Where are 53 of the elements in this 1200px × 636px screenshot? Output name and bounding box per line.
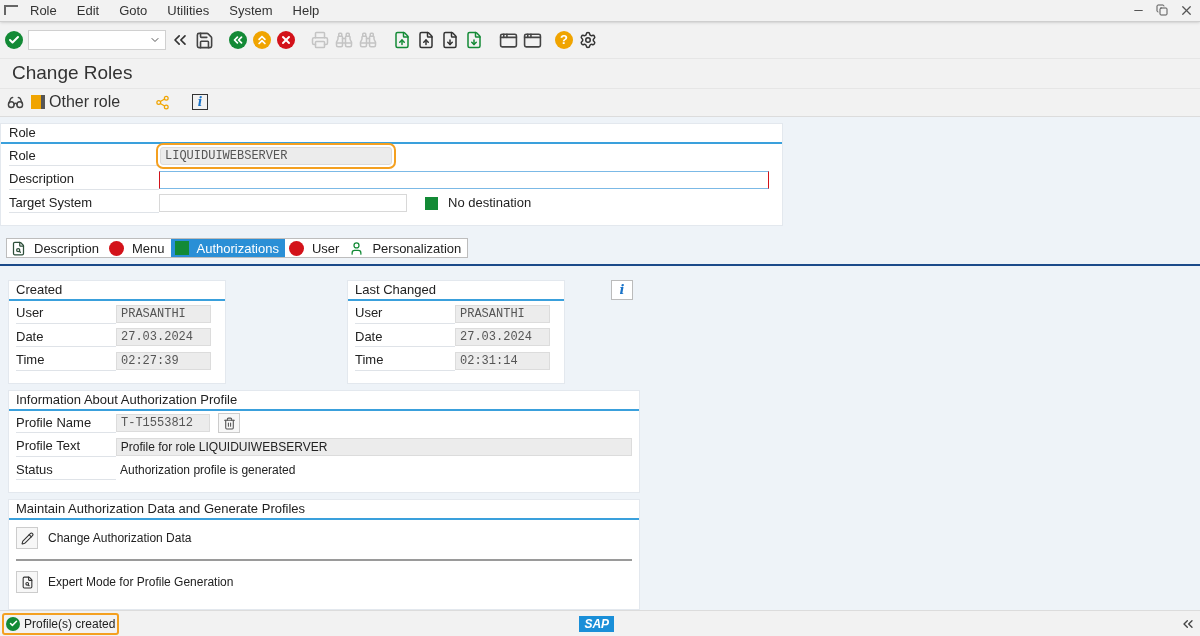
info-icon[interactable]: i: [190, 92, 211, 113]
menu-item[interactable]: Utilities: [167, 0, 210, 21]
status-square-icon: [425, 196, 438, 210]
panel-heading: Information About Authorization Profile: [9, 390, 639, 411]
field-label: Profile Text: [16, 436, 116, 457]
panel-heading: Last Changed: [348, 281, 564, 302]
command-field[interactable]: [28, 30, 166, 51]
cancel-icon[interactable]: [276, 30, 296, 51]
person-icon: [349, 240, 365, 256]
file-down-icon[interactable]: [440, 30, 460, 51]
back-icon[interactable]: [228, 30, 248, 51]
confirm-icon[interactable]: [4, 30, 24, 51]
save-icon[interactable]: [194, 30, 214, 51]
readonly-field: Profile for role LIQUIDUIWEBSERVER: [115, 437, 632, 456]
screen-title: Change Roles: [12, 61, 133, 86]
other-role-button[interactable]: Other role: [31, 90, 121, 115]
document-icon: [20, 575, 34, 589]
document-icon: [11, 240, 26, 256]
readonly-field: PRASANTHI: [455, 304, 550, 323]
pencil-icon: [20, 531, 34, 545]
action-label[interactable]: Change Authorization Data: [48, 529, 192, 548]
success-icon: [6, 616, 20, 631]
target-system-field[interactable]: [159, 194, 407, 212]
status-square-icon: [174, 241, 189, 256]
menu-item[interactable]: Role: [30, 0, 57, 21]
menu-item[interactable]: System: [229, 0, 273, 21]
action-label[interactable]: Expert Mode for Profile Generation: [48, 573, 234, 592]
panel-heading: Maintain Authorization Data and Generate Profiles: [9, 500, 639, 521]
edit-button[interactable]: [16, 527, 38, 550]
expert-mode-button[interactable]: [16, 571, 38, 594]
readonly-field: 02:31:14: [455, 351, 550, 370]
readonly-field: 02:27:39: [116, 351, 211, 370]
field-label: Status: [16, 459, 116, 481]
file-up-icon[interactable]: [416, 30, 436, 51]
menu-icon[interactable]: [4, 5, 18, 16]
delete-button[interactable]: [218, 413, 240, 433]
trash-icon: [222, 416, 236, 430]
settings-icon[interactable]: [578, 30, 598, 51]
readonly-field: T-T1553812: [116, 414, 210, 432]
tab[interactable]: Authorizations: [170, 239, 285, 258]
logo: SAP: [579, 615, 615, 632]
status-text: Authorization profile is generated: [119, 462, 297, 479]
description-field[interactable]: [159, 170, 769, 189]
readonly-field: PRASANTHI: [116, 304, 211, 323]
readonly-field: 27.03.2024: [116, 328, 211, 346]
destination-status: No destination: [448, 194, 532, 213]
menu-item[interactable]: Edit: [76, 0, 100, 21]
menu-item[interactable]: Goto: [119, 0, 148, 21]
status-text: Profile(s) created: [24, 615, 116, 633]
panel-heading: Created: [9, 281, 225, 302]
menu-item[interactable]: Help: [292, 0, 320, 21]
readonly-field: 27.03.2024: [455, 328, 550, 346]
info-button[interactable]: i: [611, 280, 633, 301]
